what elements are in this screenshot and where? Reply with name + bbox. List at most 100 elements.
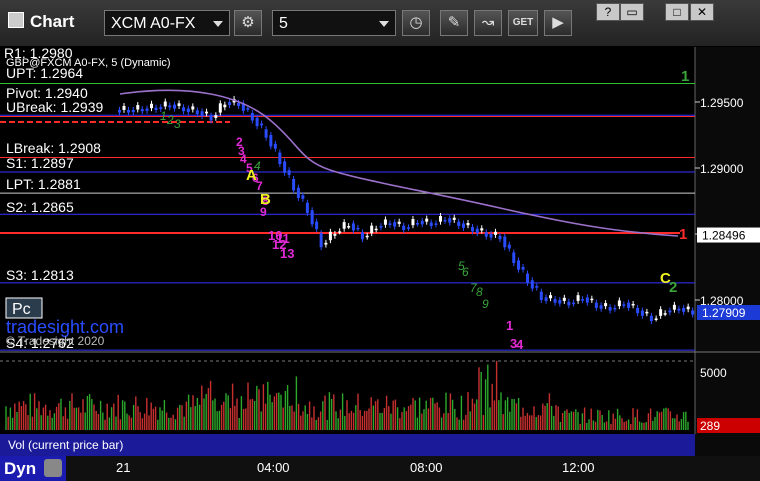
restore-button[interactable]: ▭ [620,3,644,21]
candle-body [686,306,690,310]
candle-body [168,105,172,108]
count-green: 6 [462,265,469,279]
price-marker-last-label: 1.27909 [702,306,746,320]
count-green: 9 [482,297,489,311]
candle-body [305,202,309,213]
candle-body [301,195,305,199]
candle-body [604,303,608,307]
level-label: S2: 1.2865 [6,199,74,215]
candle-body [283,161,287,173]
time-axis-bar: 21 04:00 08:00 12:00 [0,456,760,481]
candle-body [328,231,332,241]
candle-body [636,307,640,314]
candle-body [539,291,543,300]
candle-body [549,295,553,299]
interval-select[interactable]: 5 [272,10,396,36]
dynamic-button[interactable]: Dyn [0,456,66,481]
candle-body [443,219,447,222]
chart-area[interactable]: UPT: 1.2964 Pivot: 1.2940 UBreak: 1.2939 LB… [0,45,760,461]
candle-body [145,108,149,111]
help-button[interactable]: ? [596,3,620,21]
candle-body [228,102,232,106]
level-label: LBreak: 1.2908 [6,140,101,156]
level-label: LPT: 1.2881 [6,176,81,192]
candle-body [517,260,521,270]
count-green: 2 [166,113,174,127]
candle-body [150,103,154,109]
candle-body [530,280,534,289]
candle-body [622,304,626,306]
line-chart-icon: ↝ [481,14,495,31]
candle-body [645,311,649,314]
app-title: Chart [8,12,74,32]
candle-body [278,152,282,165]
candle-body [489,234,493,238]
candle-body [264,129,268,138]
candle-body [526,273,530,283]
candle-body [599,305,603,309]
candle-body [562,297,566,301]
candle-body [374,228,378,231]
candle-body [287,170,291,176]
candle-body [388,223,392,225]
candle-body [273,143,277,149]
candle-body [218,103,222,113]
play-button[interactable]: ▶ [544,10,572,36]
lock-icon[interactable] [44,459,62,477]
price-chart[interactable]: UPT: 1.2964Pivot: 1.2940UBreak: 1.2939LB… [0,45,760,456]
candle-body [411,219,415,226]
candle-body [269,135,273,147]
candle-body [617,300,621,307]
candle-body [585,297,589,303]
price-tick-label: 1.29000 [700,162,744,176]
candle-body [507,244,511,249]
candle-body [347,226,351,228]
count-green: 1 [160,109,167,123]
candle-body [342,222,346,229]
candle-body [608,307,612,311]
candle-body [402,225,406,231]
candle-body [594,302,598,308]
candle-body [182,107,186,112]
title-bar: Chart XCM A0-FX ⚙ 5 ◷ ✎ ↝ GET ▶ ? ▭ □ ✕ [0,0,760,47]
candle-body [498,235,502,240]
candle-body [365,235,369,238]
candle-body [356,227,360,230]
gear-icon: ⚙ [241,14,255,31]
candle-body [163,101,167,107]
candle-body [246,108,250,110]
candle-body [205,111,209,114]
candle-body [154,107,158,110]
window-title: Chart [30,12,75,31]
close-button[interactable]: ✕ [690,3,714,21]
candle-body [200,111,204,117]
candle-body [186,108,190,113]
maximize-button[interactable]: □ [665,3,689,21]
candle-body [255,117,259,127]
candle-body [521,267,525,270]
clock-button[interactable]: ◷ [402,10,430,36]
symbol-select[interactable]: XCM A0-FX [104,10,230,36]
candle-body [118,109,121,113]
time-label-day: 21 [116,460,131,475]
candle-body [214,115,218,118]
price-marker-red-label: 1.28496 [702,229,746,243]
pencil-icon: ✎ [447,14,461,31]
candle-body [434,223,438,225]
candle-body [195,110,199,114]
count-magenta: 1 [506,318,513,333]
draw-button[interactable]: ✎ [440,10,468,36]
candle-body [324,242,328,245]
study-button[interactable]: ↝ [474,10,502,36]
candle-body [663,313,667,315]
candle-body [333,234,337,236]
get-button[interactable]: GET [508,10,538,36]
candle-body [567,301,571,306]
gear-button[interactable]: ⚙ [234,10,262,36]
candle-body [310,210,314,225]
time-label-0800: 08:00 [410,460,443,475]
candle-body [544,297,548,301]
candle-body [429,222,433,227]
candle-body [415,223,419,225]
interval-value: 5 [279,15,288,32]
